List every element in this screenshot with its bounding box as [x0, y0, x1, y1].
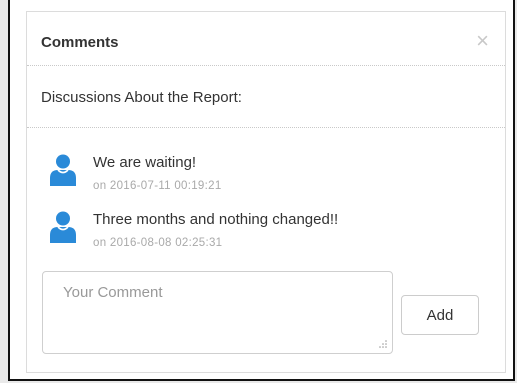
user-icon — [50, 154, 76, 186]
discussions-section: Discussions About the Report: — [27, 66, 505, 128]
panel-header: Comments × — [27, 12, 505, 66]
comment-date: on 2016-08-08 02:25:31 — [93, 237, 223, 249]
resize-handle-icon[interactable] — [378, 339, 388, 349]
section-subtitle: Discussions About the Report: — [41, 89, 242, 106]
close-icon[interactable]: × — [476, 30, 489, 52]
comments-panel: Comments × Discussions About the Report:… — [26, 11, 506, 373]
comment-input[interactable] — [42, 271, 393, 354]
comment-text: We are waiting! — [93, 154, 197, 171]
panel-title: Comments — [41, 34, 119, 51]
window-frame: Comments × Discussions About the Report:… — [8, 0, 515, 381]
comment-date: on 2016-07-11 00:19:21 — [93, 180, 222, 192]
add-comment-button[interactable]: Add — [401, 295, 479, 335]
comment-text: Three months and nothing changed!! — [93, 211, 339, 228]
user-icon — [50, 211, 76, 243]
